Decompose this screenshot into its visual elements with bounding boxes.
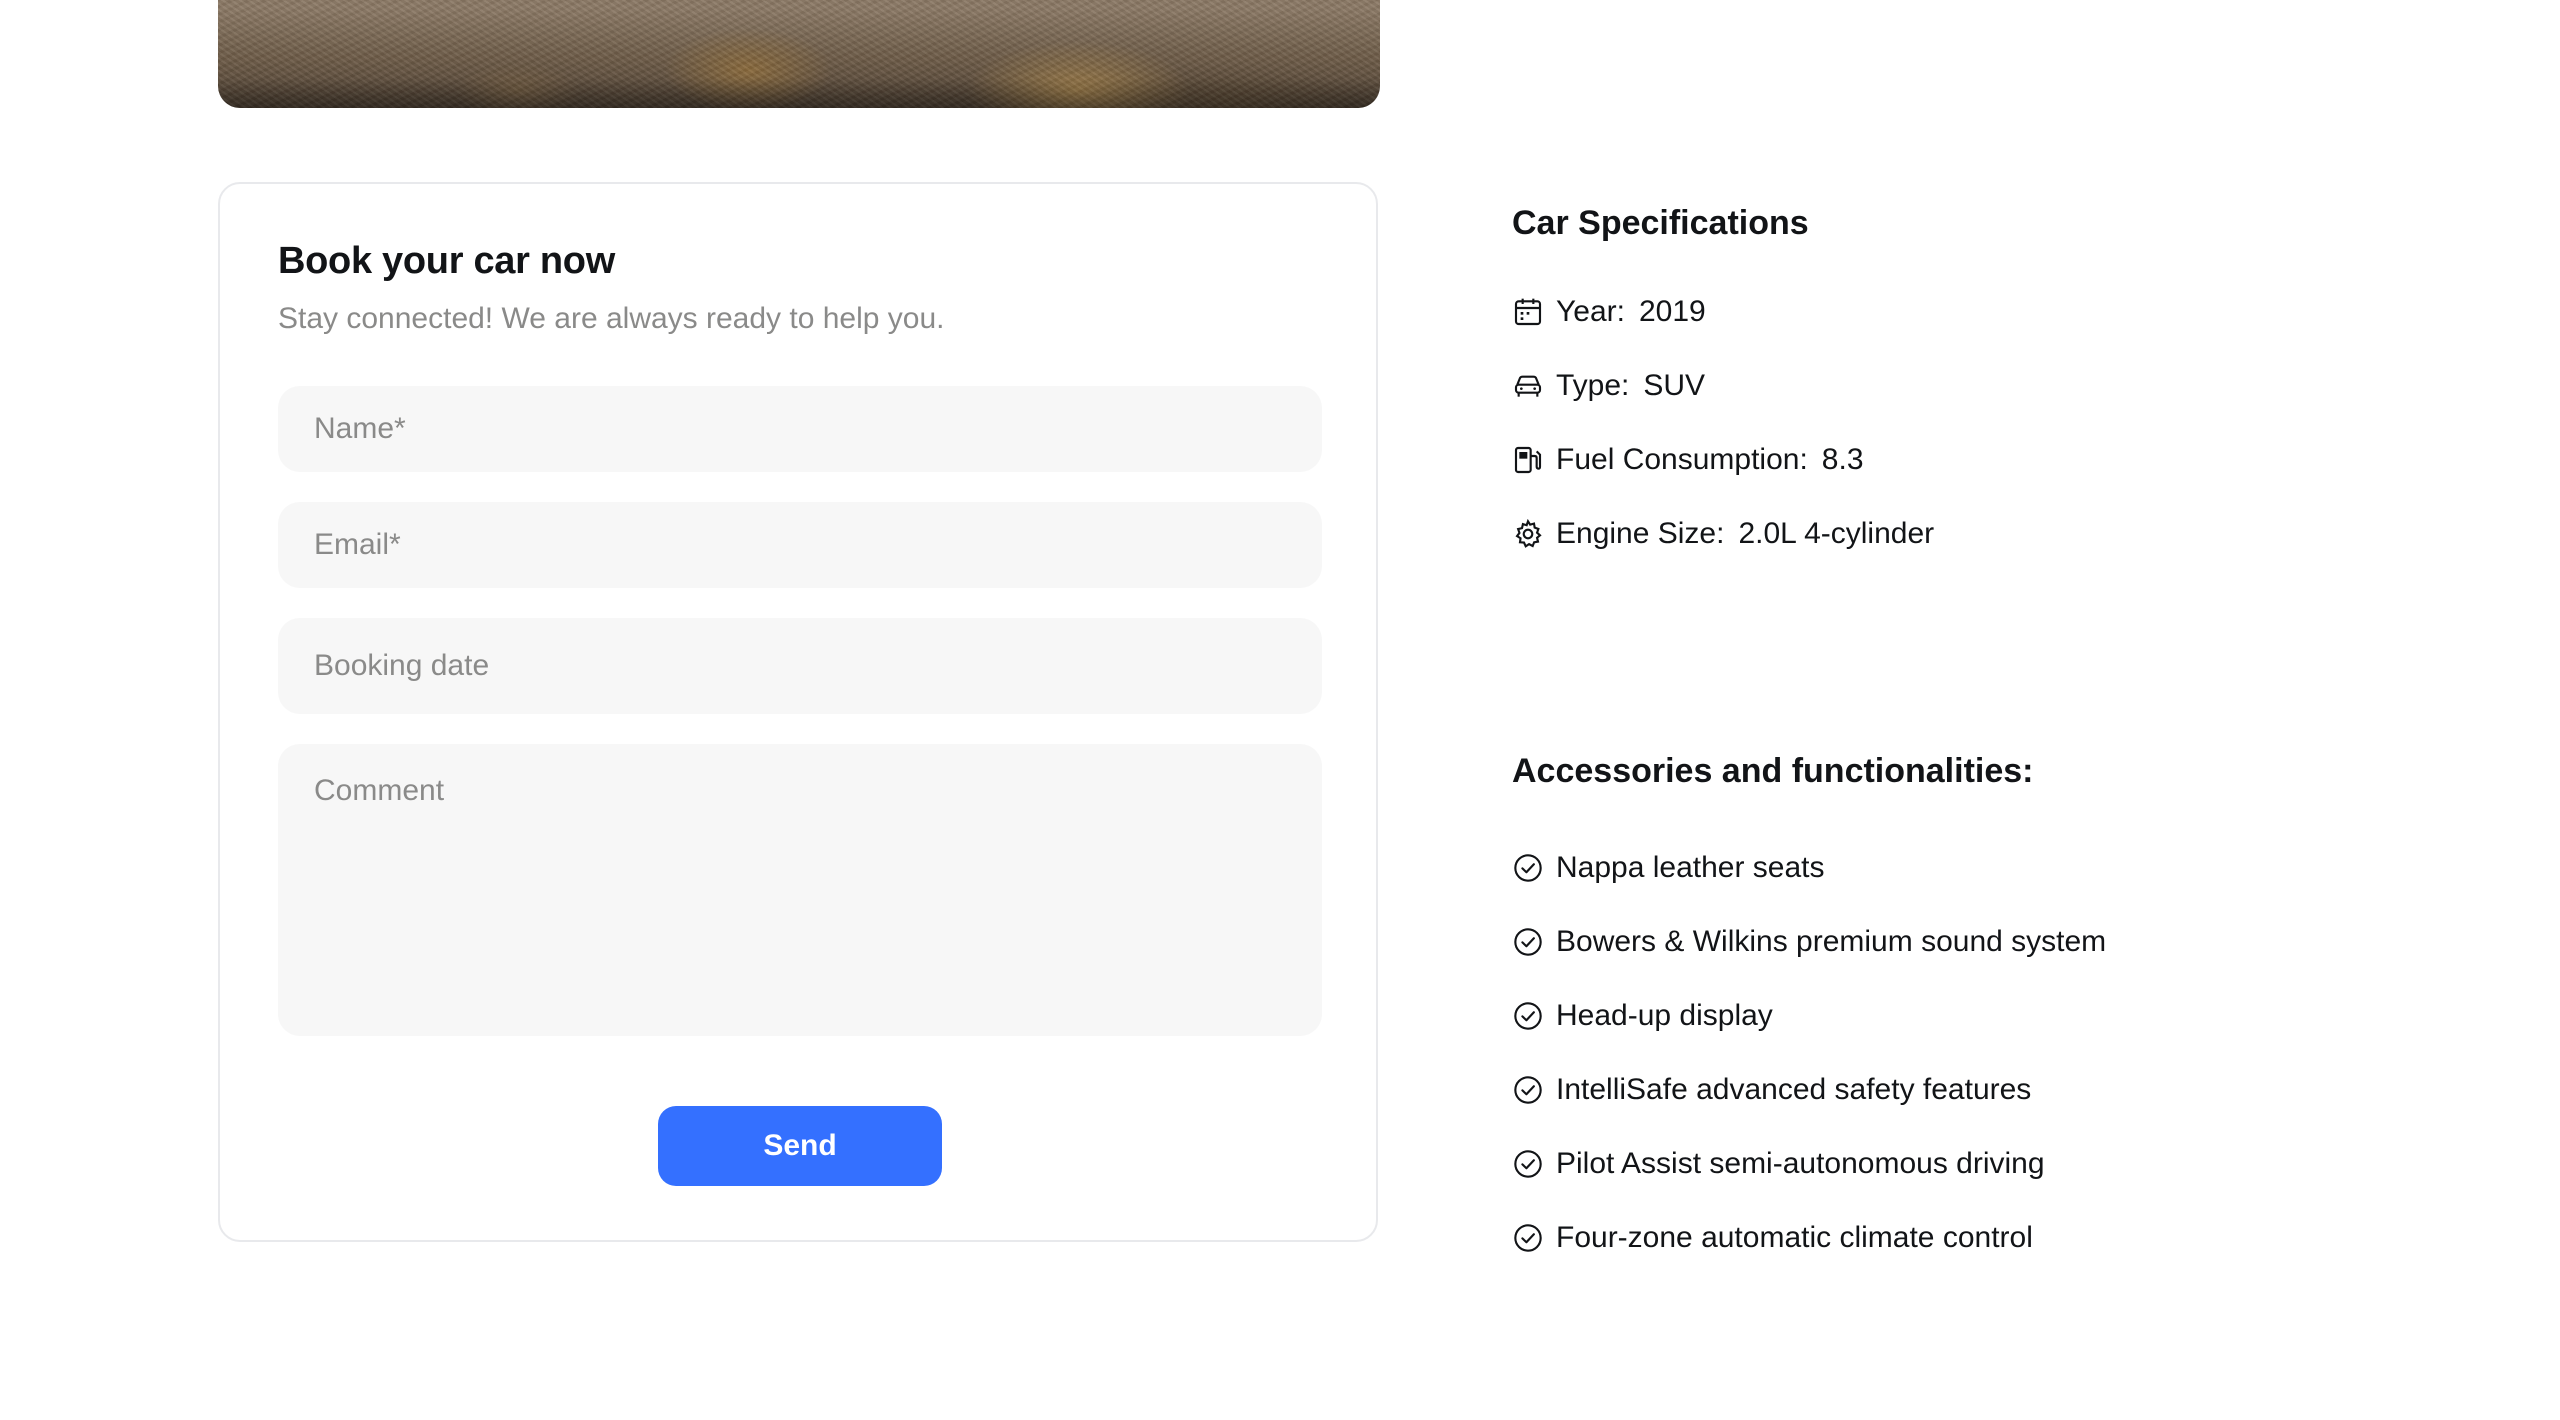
car-details-page: Book your car now Stay connected! We are… xyxy=(0,0,2560,1420)
booking-form-card: Book your car now Stay connected! We are… xyxy=(218,182,1378,1242)
accessory-item: Nappa leather seats xyxy=(1512,848,1825,888)
calendar-icon xyxy=(1514,298,1542,326)
check-circle-icon xyxy=(1514,928,1542,956)
accessory-item: IntelliSafe advanced safety features xyxy=(1512,1070,2031,1110)
accessories-title: Accessories and functionalities: xyxy=(1512,752,2034,790)
spec-row-type: Type: SUV xyxy=(1512,366,1705,406)
name-input[interactable] xyxy=(278,386,1322,472)
spec-label-fuel: Fuel Consumption: xyxy=(1556,443,1808,476)
booking-subtitle: Stay connected! We are always ready to h… xyxy=(278,302,945,335)
accessory-label: Pilot Assist semi-autonomous driving xyxy=(1556,1147,2045,1180)
send-button[interactable]: Send xyxy=(658,1106,942,1186)
check-circle-icon xyxy=(1514,1002,1542,1030)
accessory-label: IntelliSafe advanced safety features xyxy=(1556,1073,2032,1106)
check-circle-icon xyxy=(1514,854,1542,882)
spec-label-engine: Engine Size: xyxy=(1556,517,1725,550)
accessory-label: Four-zone automatic climate control xyxy=(1556,1221,2033,1254)
spec-row-engine: Engine Size: 2.0L 4-cylinder xyxy=(1512,514,1934,554)
email-input[interactable] xyxy=(278,502,1322,588)
accessory-label: Head-up display xyxy=(1556,999,1773,1032)
fuel-pump-icon xyxy=(1514,446,1542,474)
car-icon xyxy=(1514,375,1542,397)
spec-row-fuel: Fuel Consumption: 8.3 xyxy=(1512,440,1864,480)
check-circle-icon xyxy=(1514,1150,1542,1178)
check-circle-icon xyxy=(1514,1076,1542,1104)
check-circle-icon xyxy=(1514,1224,1542,1252)
booking-title: Book your car now xyxy=(278,240,615,282)
accessory-label: Bowers & Wilkins premium sound system xyxy=(1556,925,2107,958)
booking-date-input[interactable] xyxy=(278,618,1322,714)
gear-icon xyxy=(1515,518,1542,548)
spec-label-year: Year: xyxy=(1556,295,1625,328)
car-photo-shade xyxy=(218,78,1380,108)
accessory-item: Bowers & Wilkins premium sound system xyxy=(1512,922,2106,962)
spec-value-fuel: 8.3 xyxy=(1821,443,1864,476)
accessory-item: Four-zone automatic climate control xyxy=(1512,1218,2033,1258)
spec-value-year: 2019 xyxy=(1638,295,1706,328)
spec-label-type: Type: xyxy=(1556,369,1630,402)
comment-textarea[interactable] xyxy=(278,744,1322,1036)
accessory-item: Pilot Assist semi-autonomous driving xyxy=(1512,1144,2045,1184)
accessory-label: Nappa leather seats xyxy=(1556,851,1825,884)
spec-value-type: SUV xyxy=(1643,369,1706,402)
car-specifications-title: Car Specifications xyxy=(1512,204,1809,242)
spec-row-year: Year: 2019 xyxy=(1512,292,1706,332)
accessory-item: Head-up display xyxy=(1512,996,1773,1036)
car-photo xyxy=(218,0,1380,108)
spec-value-engine: 2.0L 4-cylinder xyxy=(1738,517,1935,550)
